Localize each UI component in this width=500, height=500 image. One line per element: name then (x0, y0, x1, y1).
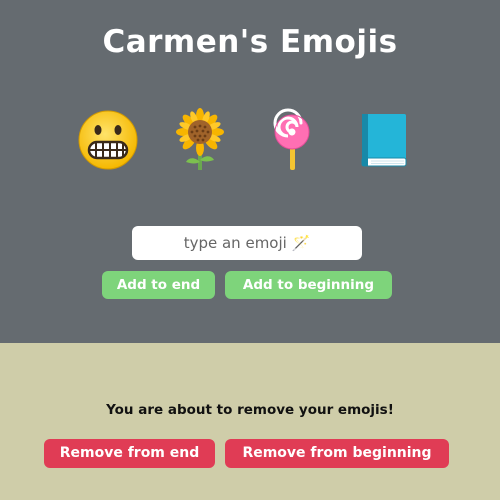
remove-panel (0, 343, 500, 500)
remove-from-beginning-button[interactable]: Remove from beginning (225, 439, 449, 468)
page-title: Carmen's Emojis (102, 24, 398, 60)
emoji-list (0, 108, 500, 172)
emoji-input[interactable] (132, 226, 362, 260)
page: Carmen's Emojis type an emoji 🪄 Add to e… (0, 0, 500, 500)
add-to-beginning-button[interactable]: Add to beginning (225, 271, 392, 299)
sunflower-icon (168, 108, 232, 172)
remove-warning-text: You are about to remove your emojis! (106, 402, 394, 418)
add-to-end-button[interactable]: Add to end (102, 271, 215, 299)
lollipop-icon (260, 108, 324, 172)
emoji-panel: Carmen's Emojis type an emoji 🪄 Add to e… (0, 0, 500, 343)
grimacing-face-icon (76, 108, 140, 172)
blue-book-icon (352, 108, 416, 172)
remove-from-end-button[interactable]: Remove from end (44, 439, 215, 468)
